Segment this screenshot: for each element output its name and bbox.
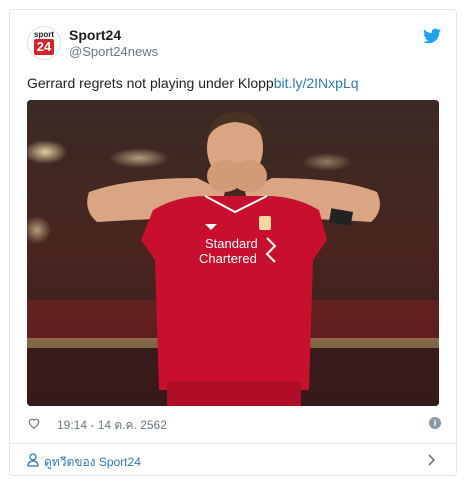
info-icon[interactable]: i — [429, 417, 441, 429]
heart-icon[interactable] — [27, 416, 41, 430]
sponsor-line-1: Standard — [205, 236, 258, 251]
twitter-bird-icon[interactable] — [423, 28, 441, 44]
tweet-text: Gerrard regrets not playing under Kloppb… — [27, 75, 359, 91]
tweet-photo[interactable]: Standard Chartered — [27, 100, 439, 406]
chevron-right-icon — [428, 454, 436, 466]
avatar[interactable]: sport 24 — [27, 26, 61, 60]
sponsor-line-2: Chartered — [199, 251, 257, 266]
tweet-body: Gerrard regrets not playing under Klopp — [27, 75, 274, 91]
photo-illustration: Standard Chartered — [27, 100, 439, 406]
tweet-timestamp[interactable]: 19:14 - 14 ต.ค. 2562 — [57, 416, 167, 435]
display-name[interactable]: Sport24 — [69, 27, 121, 43]
tweet-header: sport 24 Sport24 @Sport24news — [27, 26, 441, 62]
view-profile-link[interactable]: ดูทวีตของ Sport24 — [10, 444, 456, 476]
view-profile-label: ดูทวีตของ Sport24 — [44, 455, 141, 469]
user-handle[interactable]: @Sport24news — [69, 44, 158, 59]
tweet-card: sport 24 Sport24 @Sport24news Gerrard re… — [9, 9, 457, 476]
tweet-meta: 19:14 - 14 ต.ค. 2562 i — [27, 414, 441, 434]
tweet-link[interactable]: bit.ly/2INxpLq — [274, 75, 359, 91]
person-icon — [27, 453, 39, 467]
avatar-logo-bottom: 24 — [34, 39, 54, 55]
